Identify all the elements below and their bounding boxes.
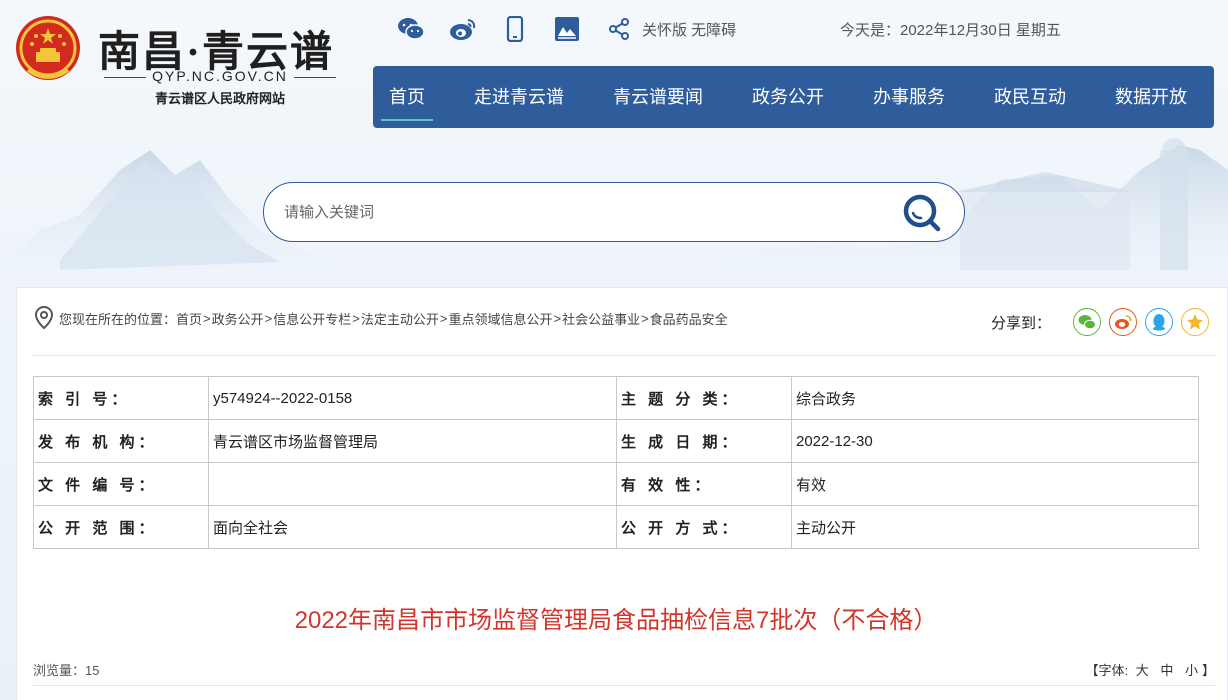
breadcrumb-prefix: 您现在所在的位置： xyxy=(59,311,177,327)
view-count: 浏览量：15 xyxy=(33,660,99,679)
share-qq-button[interactable] xyxy=(1145,308,1173,336)
meta-key: 有 效 性： xyxy=(616,462,792,506)
font-size-medium-button[interactable]: 中 xyxy=(1160,663,1173,678)
meta-value: y574924--2022-0158 xyxy=(208,376,617,420)
breadcrumb-item[interactable]: 法定主动公开 xyxy=(361,309,439,328)
meta-value: 青云谱区市场监督管理局 xyxy=(208,419,617,463)
meta-value: 有效 xyxy=(791,462,1199,506)
meta-value: 2022-12-30 xyxy=(791,419,1199,463)
share-weibo-button[interactable] xyxy=(1109,308,1137,336)
font-size-end: 】 xyxy=(1201,663,1215,678)
search-icon[interactable] xyxy=(902,193,942,233)
meta-key: 公 开 方 式： xyxy=(616,505,792,549)
breadcrumb-separator: > xyxy=(553,310,562,326)
share-wechat-button[interactable] xyxy=(1073,308,1101,336)
font-size-small-button[interactable]: 小 xyxy=(1185,663,1198,678)
qq-icon xyxy=(1153,314,1165,331)
font-size-label: 【字体: xyxy=(1085,663,1129,678)
breadcrumb-separator: > xyxy=(352,310,360,326)
nav-item-home[interactable]: 首页 xyxy=(381,66,433,128)
share-bar: 分享到： xyxy=(991,308,1209,336)
breadcrumb-item[interactable]: 重点领域信息公开 xyxy=(448,309,552,328)
document-metadata-table: 索 引 号： y574924--2022-0158 主 题 分 类： 综合政务 … xyxy=(33,376,1199,549)
share-icon[interactable] xyxy=(604,14,634,44)
top-toolbar: 关怀版 无障碍 xyxy=(396,14,736,44)
meta-key: 文 件 编 号： xyxy=(33,462,209,506)
weibo-icon[interactable] xyxy=(448,14,478,44)
meta-key: 生 成 日 期： xyxy=(616,419,792,463)
breadcrumb-item[interactable]: 食品药品安全 xyxy=(650,309,728,328)
nav-item-interaction[interactable]: 政民互动 xyxy=(994,66,1066,128)
share-label: 分享到： xyxy=(990,314,1051,332)
breadcrumb: 您现在所在的位置： 首页 > 政务公开 > 信息公开专栏 > 法定主动公开 > … xyxy=(33,305,728,331)
meta-value: 面向全社会 xyxy=(208,505,617,549)
current-date: 今天是：2022年12月30日 星期五 xyxy=(840,22,1061,39)
divider xyxy=(33,685,1215,686)
meta-value xyxy=(208,462,617,506)
weibo-icon xyxy=(1115,315,1132,329)
app-icon[interactable] xyxy=(552,14,582,44)
national-emblem-icon xyxy=(16,16,80,80)
nav-item-about[interactable]: 走进青云谱 xyxy=(474,66,564,128)
qzone-icon xyxy=(1187,314,1203,330)
content-panel: 您现在所在的位置： 首页 > 政务公开 > 信息公开专栏 > 法定主动公开 > … xyxy=(16,287,1228,700)
table-row: 文 件 编 号： 有 效 性： 有效 xyxy=(33,462,1199,506)
breadcrumb-separator: > xyxy=(203,310,211,326)
breadcrumb-item[interactable]: 首页 xyxy=(176,309,202,328)
site-logo[interactable]: 南昌·青云谱 QYP.NC.GOV.CN 青云谱区人民政府网站 xyxy=(14,14,344,106)
font-size-switcher: 【字体: 大 中 小】 xyxy=(1085,660,1215,679)
search-bar xyxy=(263,182,965,242)
meta-key: 主 题 分 类： xyxy=(616,376,792,420)
breadcrumb-item[interactable]: 信息公开专栏 xyxy=(273,309,351,328)
meta-key: 公 开 范 围： xyxy=(33,505,209,549)
breadcrumb-separator: > xyxy=(641,310,649,326)
share-qzone-button[interactable] xyxy=(1181,308,1209,336)
meta-key: 发 布 机 构： xyxy=(33,419,209,463)
nav-item-gov-affairs[interactable]: 政务公开 xyxy=(752,66,824,128)
font-size-large-button[interactable]: 大 xyxy=(1136,663,1149,678)
nav-item-news[interactable]: 青云谱要闻 xyxy=(613,66,703,128)
view-count-value: 15 xyxy=(85,663,100,678)
mobile-icon[interactable] xyxy=(500,14,530,44)
table-row: 公 开 范 围： 面向全社会 公 开 方 式： 主动公开 xyxy=(33,505,1199,549)
location-pin-icon xyxy=(34,305,54,330)
divider xyxy=(33,355,1215,356)
article-title: 2022年南昌市市场监督管理局食品抽检信息7批次（不合格） xyxy=(294,607,938,634)
site-domain: QYP.NC.GOV.CN xyxy=(104,68,336,84)
nav-item-services[interactable]: 办事服务 xyxy=(873,66,945,128)
meta-key: 索 引 号： xyxy=(33,376,209,420)
breadcrumb-item[interactable]: 政务公开 xyxy=(212,309,264,328)
breadcrumb-separator: > xyxy=(439,310,448,326)
site-subtitle: 青云谱区人民政府网站 xyxy=(154,91,285,106)
breadcrumb-item[interactable]: 社会公益事业 xyxy=(562,309,640,328)
meta-value: 主动公开 xyxy=(791,505,1199,549)
wechat-icon[interactable] xyxy=(396,14,426,44)
table-row: 发 布 机 构： 青云谱区市场监督管理局 生 成 日 期： 2022-12-30 xyxy=(33,419,1199,463)
breadcrumb-separator: > xyxy=(264,310,273,326)
care-accessibility-link[interactable]: 关怀版 无障碍 xyxy=(642,19,736,40)
search-input[interactable] xyxy=(284,183,884,241)
main-nav: 首页 走进青云谱 青云谱要闻 政务公开 办事服务 政民互动 数据开放 xyxy=(373,66,1214,128)
wechat-icon xyxy=(1078,315,1096,330)
table-row: 索 引 号： y574924--2022-0158 主 题 分 类： 综合政务 xyxy=(33,376,1199,420)
nav-item-open-data[interactable]: 数据开放 xyxy=(1115,66,1187,128)
meta-value: 综合政务 xyxy=(791,376,1199,420)
view-count-label: 浏览量： xyxy=(33,663,86,678)
